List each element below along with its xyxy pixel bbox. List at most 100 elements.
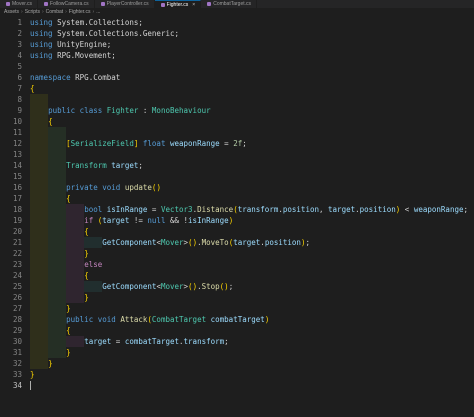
tab-label: FollowCamera.cs — [50, 1, 89, 7]
code-text: { — [30, 84, 35, 93]
code-text: } — [66, 304, 71, 313]
code-line[interactable]: } — [30, 303, 470, 314]
chevron-right-icon: › — [41, 9, 44, 15]
csharp-file-icon — [160, 2, 165, 7]
line-number: 12 — [12, 139, 22, 148]
line-number: 9 — [17, 106, 22, 115]
breadcrumb-item[interactable]: Combat — [46, 9, 64, 15]
text-cursor — [30, 381, 31, 390]
chevron-right-icon: › — [92, 9, 95, 15]
line-number: 21 — [12, 238, 22, 247]
csharp-file-icon — [44, 2, 49, 6]
tab-followcamera-cs[interactable]: FollowCamera.cs — [38, 0, 95, 8]
indent-guide — [30, 127, 49, 138]
code-line[interactable]: { — [30, 325, 470, 336]
indent-guide — [48, 127, 67, 138]
code-line[interactable]: GetComponent<Mover>().MoveTo(target.posi… — [30, 237, 470, 248]
code-line[interactable]: { — [30, 226, 470, 237]
line-number: 18 — [12, 205, 22, 214]
code-line[interactable]: } — [30, 292, 470, 303]
code-text: else — [84, 260, 103, 269]
line-number: 4 — [17, 51, 22, 60]
code-area[interactable]: using System.Collections; using System.Co… — [30, 17, 470, 391]
line-number: 3 — [17, 40, 22, 49]
code-text: { — [84, 271, 89, 280]
code-text: using System.Collections.Generic; — [30, 29, 180, 38]
line-number: 6 — [17, 73, 22, 82]
code-line[interactable]: using RPG.Movement; — [30, 50, 470, 61]
breadcrumb-item[interactable]: Assets — [4, 9, 19, 15]
code-line[interactable]: target = combatTarget.transform; — [30, 336, 470, 347]
line-number: 33 — [12, 370, 22, 379]
code-line[interactable]: { — [30, 83, 470, 94]
code-line[interactable]: } — [30, 358, 470, 369]
tab-label: CombatTarget.cs — [213, 1, 252, 7]
chevron-right-icon: › — [21, 9, 23, 15]
code-line[interactable] — [30, 127, 470, 138]
code-text: public class Fighter : MonoBehaviour — [48, 106, 211, 115]
tab-playercontroller-cs[interactable]: PlayerController.cs — [95, 0, 155, 8]
code-line[interactable]: if (target != null && !isInRange) — [30, 215, 470, 226]
code-text: private void update() — [66, 183, 161, 192]
code-line[interactable] — [30, 149, 470, 160]
line-number: 20 — [12, 227, 22, 236]
code-line[interactable]: bool isInRange = Vector3.Distance(transf… — [30, 204, 470, 215]
line-number: 15 — [12, 172, 22, 181]
code-line[interactable] — [30, 94, 470, 105]
code-line[interactable]: private void update() — [30, 182, 470, 193]
code-text: } — [84, 293, 89, 302]
csharp-file-icon — [207, 2, 212, 6]
code-text: Transform target; — [66, 161, 143, 170]
code-text: } — [84, 249, 89, 258]
code-line[interactable]: public class Fighter : MonoBehaviour — [30, 105, 470, 116]
code-text: namespace RPG.Combat — [30, 73, 121, 82]
line-number: 7 — [17, 84, 22, 93]
close-icon[interactable]: × — [192, 2, 195, 8]
code-line[interactable]: public void Attack(CombatTarget combatTa… — [30, 314, 470, 325]
code-line[interactable] — [30, 171, 470, 182]
line-number: 16 — [12, 183, 22, 192]
code-line[interactable]: Transform target; — [30, 160, 470, 171]
indent-guide — [30, 149, 49, 160]
breadcrumb-item[interactable]: Fighter.cs — [69, 9, 91, 15]
code-line[interactable]: using System.Collections.Generic; — [30, 28, 470, 39]
code-text: using RPG.Movement; — [30, 51, 116, 60]
breadcrumb-item[interactable]: Scripts — [25, 9, 40, 15]
code-text: public void Attack(CombatTarget combatTa… — [66, 315, 270, 324]
code-line[interactable]: } — [30, 369, 470, 380]
tab-label: Fighter.cs — [166, 1, 189, 8]
code-line[interactable]: [SerializeField] float weaponRange = 2f; — [30, 138, 470, 149]
breadcrumb-item[interactable]: ... — [96, 9, 100, 15]
code-line[interactable]: { — [30, 270, 470, 281]
tab-fighter-cs[interactable]: Fighter.cs × — [154, 0, 202, 8]
line-number: 13 — [12, 150, 22, 159]
csharp-file-icon — [100, 2, 105, 6]
code-editor[interactable]: 1 2 3 4 5 6 7 8 9 10 11 12 13 14 15 16 17 18 19 20 21 22 23 24 2… — [0, 17, 474, 417]
code-text: { — [66, 326, 71, 335]
code-line[interactable]: } — [30, 248, 470, 259]
tab-combattarget-cs[interactable]: CombatTarget.cs — [201, 0, 258, 8]
code-line[interactable]: using UnityEngine; — [30, 39, 470, 50]
csharp-file-icon — [6, 2, 10, 6]
code-line[interactable]: else — [30, 259, 470, 270]
line-number: 26 — [12, 293, 22, 302]
code-line[interactable]: GetComponent<Mover>().Stop(); — [30, 281, 470, 292]
code-text: GetComponent<Mover>().Stop(); — [102, 282, 234, 291]
code-line[interactable] — [30, 61, 470, 72]
code-text: using System.Collections; — [30, 18, 143, 27]
code-line[interactable] — [30, 380, 470, 391]
line-number: 32 — [12, 359, 22, 368]
code-line[interactable]: { — [30, 193, 470, 204]
line-number: 24 — [12, 271, 22, 280]
line-number: 34 — [12, 381, 22, 390]
tab-mover-cs[interactable]: Mover.cs — [0, 0, 39, 8]
line-number: 2 — [17, 29, 22, 38]
line-number: 29 — [12, 326, 22, 335]
line-number: 14 — [12, 161, 22, 170]
tab-label: PlayerController.cs — [106, 1, 149, 7]
line-number: 23 — [12, 260, 22, 269]
code-line[interactable]: { — [30, 116, 470, 127]
code-line[interactable]: namespace RPG.Combat — [30, 72, 470, 83]
code-line[interactable]: } — [30, 347, 470, 358]
code-line[interactable]: using System.Collections; — [30, 17, 470, 28]
